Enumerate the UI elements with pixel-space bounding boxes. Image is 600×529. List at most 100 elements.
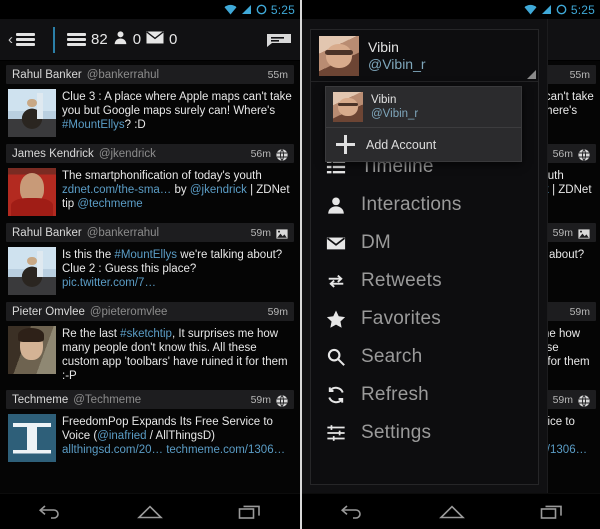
tweet-timestamp: 59m: [267, 305, 288, 318]
refresh-icon: [325, 385, 347, 405]
drawer-item-label: Search: [361, 346, 423, 367]
tweet-header: Pieter Omvlee @pieteromvlee 59m: [6, 302, 294, 321]
drawer-item-label: Favorites: [361, 308, 441, 329]
recents-button[interactable]: [529, 498, 575, 526]
tweet-text: The smartphonification of today's youth …: [62, 170, 290, 210]
drawer-item-favorites[interactable]: Favorites: [311, 300, 538, 338]
account-header[interactable]: Vibin @Vibin_r: [311, 30, 538, 82]
dropdown-account-item[interactable]: Vibin @Vibin_r: [326, 87, 521, 128]
tweet-author-handle[interactable]: @bankerrahul: [87, 227, 159, 239]
back-button[interactable]: [329, 498, 375, 526]
globe-icon: [578, 394, 590, 407]
tweet-header: Rahul Banker @bankerrahul 59m: [6, 223, 294, 242]
tweet-timestamp: 59m: [552, 393, 573, 406]
globe-icon: [276, 394, 288, 407]
drawer-item-label: Retweets: [361, 270, 442, 291]
avatar: [333, 92, 363, 122]
tweet-timestamp: 56m: [250, 147, 271, 160]
compose-icon[interactable]: [266, 31, 292, 49]
panel-timeline: 5:25 ‹ 82 0 0 Rahul Banker @bankerrahul …: [0, 0, 300, 529]
wifi-icon: [224, 4, 237, 15]
chevron-down-icon: [527, 70, 536, 79]
envelope-icon: [146, 30, 164, 49]
account-dropdown[interactable]: Vibin @Vibin_r Add Account: [325, 86, 522, 162]
tweet-author-name: Rahul Banker: [12, 68, 82, 81]
tweet-text: Clue 3 : A place where Apple maps can't …: [62, 91, 292, 131]
sliders-icon: [325, 423, 347, 443]
tweet-list[interactable]: Rahul Banker @bankerrahul 55m Clue 3 : A pl…: [0, 61, 300, 493]
tweet-body: Clue 3 : A place where Apple maps can't …: [6, 84, 294, 137]
globe-icon: [276, 148, 288, 161]
add-account-label: Add Account: [366, 137, 437, 152]
counter-timeline-value: 82: [91, 31, 108, 48]
system-nav-bar: [0, 493, 300, 529]
status-clock: 5:25: [270, 2, 295, 17]
drawer-item-label: Settings: [361, 422, 432, 443]
tweet-item[interactable]: Techmeme @Techmeme 59m FreedomPop Expands I…: [0, 390, 300, 469]
counter-interactions-value: 0: [132, 31, 142, 48]
star-icon: [325, 309, 347, 329]
drawer-panel: Vibin @Vibin_r Vibin @Vibin_r Add Accoun…: [310, 29, 539, 485]
counter-dm-value: 0: [169, 31, 178, 48]
tweet-author-handle[interactable]: @bankerrahul: [87, 69, 159, 81]
drawer-item-dm[interactable]: DM: [311, 224, 538, 262]
divider: [53, 26, 55, 53]
person-icon: [325, 195, 347, 215]
drawer-item-retweets[interactable]: Retweets: [311, 262, 538, 300]
avatar[interactable]: [8, 326, 56, 374]
tweet-item[interactable]: Rahul Banker @bankerrahul 59m Is this the #…: [0, 223, 300, 302]
home-button[interactable]: [429, 498, 475, 526]
list-icon: [16, 33, 35, 46]
back-button[interactable]: [27, 498, 73, 526]
cell-signal-icon: [541, 4, 552, 15]
tweet-timestamp: 59m: [569, 305, 590, 318]
tweet-body: The smartphonification of today's youth …: [6, 163, 294, 216]
sync-icon: [556, 4, 567, 15]
tweet-timestamp: 55m: [267, 68, 288, 81]
system-nav-bar-2: [302, 493, 600, 529]
account-name: Vibin: [368, 38, 399, 55]
sync-icon: [256, 4, 267, 15]
tweet-author-name: Techmeme: [12, 393, 69, 406]
avatar[interactable]: [8, 414, 56, 462]
tweet-author-handle[interactable]: @jkendrick: [99, 148, 156, 160]
add-account-button[interactable]: Add Account: [326, 128, 521, 161]
drawer-item-label: Refresh: [361, 384, 429, 405]
tweet-body: FreedomPop Expands Its Free Service to V…: [6, 409, 294, 462]
globe-icon: [578, 148, 590, 161]
dropdown-account-handle: @Vibin_r: [371, 108, 419, 120]
drawer-item-refresh[interactable]: Refresh: [311, 376, 538, 414]
tweet-item[interactable]: Rahul Banker @bankerrahul 55m Clue 3 : A pl…: [0, 65, 300, 144]
recents-button[interactable]: [227, 498, 273, 526]
drawer-item-search[interactable]: Search: [311, 338, 538, 376]
drawer-item-interactions[interactable]: Interactions: [311, 186, 538, 224]
tweet-item[interactable]: Pieter Omvlee @pieteromvlee 59m Re the last…: [0, 302, 300, 390]
photo-icon: [276, 227, 288, 239]
tweet-text: Is this the #MountEllys we're talking ab…: [62, 249, 283, 289]
home-button[interactable]: [127, 498, 173, 526]
avatar[interactable]: [8, 247, 56, 295]
status-bar: 5:25: [0, 0, 300, 19]
magnifier-icon: [325, 347, 347, 367]
counter-interactions[interactable]: 0: [113, 30, 141, 50]
counter-timeline[interactable]: 82: [67, 32, 108, 47]
tweet-timestamp: 56m: [552, 147, 573, 160]
avatar[interactable]: [8, 89, 56, 137]
avatar[interactable]: [8, 168, 56, 216]
counter-dm[interactable]: 0: [146, 30, 178, 49]
drawer-item-label: DM: [361, 232, 391, 253]
drawer-item-label: Interactions: [361, 194, 462, 215]
tweet-author-handle[interactable]: @pieteromvlee: [90, 306, 168, 318]
dual-screenshot: 5:25 ‹ 82 0 0 Rahul Banker @bankerrahul …: [0, 0, 600, 529]
tweet-item[interactable]: James Kendrick @jkendrick 56m The smartphon…: [0, 144, 300, 223]
plus-icon: [336, 135, 355, 154]
tweet-timestamp: 59m: [250, 226, 271, 239]
drawer-toggle[interactable]: ‹: [8, 32, 35, 47]
tweet-author-handle[interactable]: @Techmeme: [73, 394, 141, 406]
person-icon: [113, 30, 128, 50]
retweet-icon: [325, 271, 347, 291]
drawer-item-settings[interactable]: Settings: [311, 414, 538, 452]
navigation-drawer[interactable]: Vibin @Vibin_r Vibin @Vibin_r Add Accoun…: [302, 19, 548, 493]
tweet-text: FreedomPop Expands Its Free Service to V…: [62, 416, 286, 456]
tweet-author-name: Pieter Omvlee: [12, 305, 85, 318]
